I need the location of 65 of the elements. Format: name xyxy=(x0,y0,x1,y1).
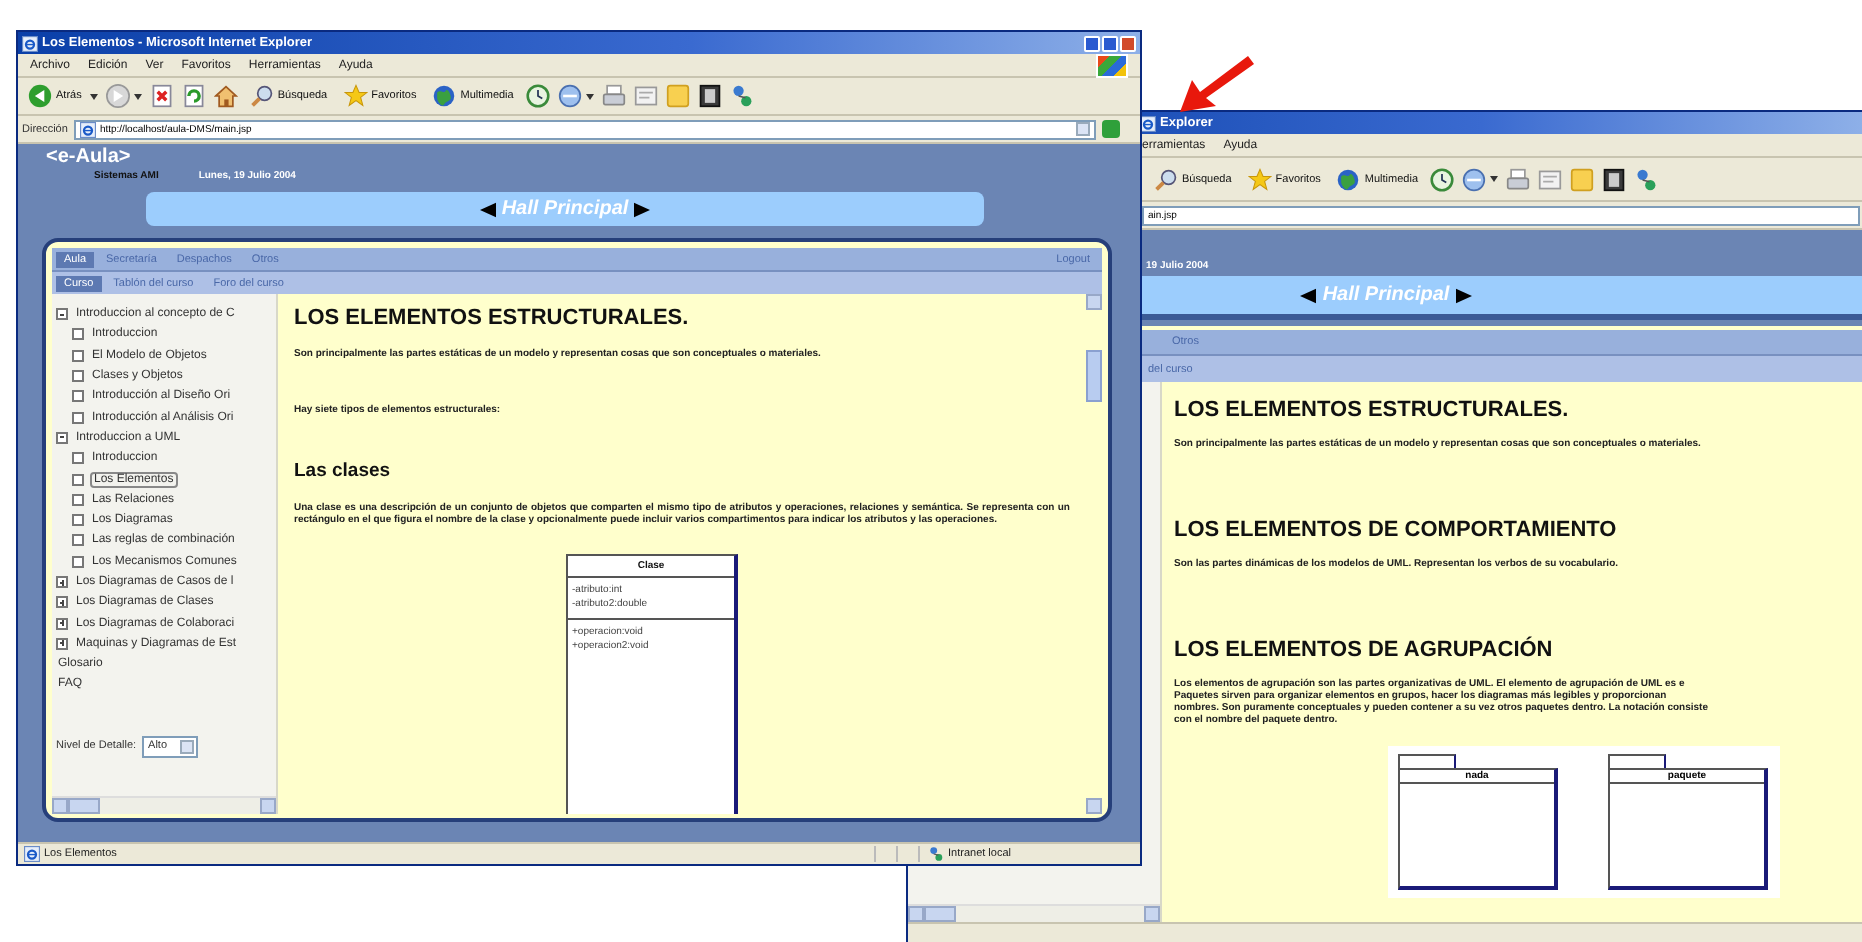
left-triangle-icon[interactable] xyxy=(1300,287,1317,303)
stop-icon[interactable] xyxy=(149,84,174,108)
mail-icon[interactable] xyxy=(557,84,582,108)
page-checkbox-icon xyxy=(72,452,84,465)
vertical-scrollbar[interactable] xyxy=(1086,294,1102,814)
collapse-toggle[interactable] xyxy=(56,308,68,321)
document-icon[interactable] xyxy=(1538,167,1562,191)
caret-icon[interactable] xyxy=(133,93,142,99)
network-icon[interactable] xyxy=(729,84,754,108)
windows-logo-icon xyxy=(1096,53,1128,77)
globe-icon xyxy=(1336,167,1361,191)
expand-toggle[interactable] xyxy=(56,617,68,630)
section-heading: LOS ELEMENTOS ESTRUCTURALES. xyxy=(294,306,691,330)
book-icon[interactable] xyxy=(697,84,722,108)
page-checkbox-icon xyxy=(72,493,84,506)
clock-icon[interactable] xyxy=(525,84,550,108)
right-triangle-icon[interactable] xyxy=(1455,287,1472,303)
network-icon xyxy=(928,846,944,862)
mail-icon[interactable] xyxy=(1462,167,1486,191)
search-icon xyxy=(249,84,274,108)
search-icon xyxy=(1154,167,1178,191)
caret-icon[interactable] xyxy=(89,93,98,99)
expand-toggle[interactable] xyxy=(56,637,68,650)
subsection-heading: Las clases xyxy=(294,460,393,482)
minimize-button[interactable] xyxy=(1084,35,1100,51)
page-icon xyxy=(24,846,40,862)
printer-icon[interactable] xyxy=(1506,167,1530,191)
browser-icon xyxy=(22,35,38,51)
page-checkbox-icon xyxy=(72,349,84,362)
network-icon[interactable] xyxy=(1634,167,1658,191)
right-triangle-icon[interactable] xyxy=(634,201,651,217)
section-heading: LOS ELEMENTOS DE AGRUPACIÓN xyxy=(1174,638,1555,662)
caret-icon[interactable] xyxy=(1490,176,1498,182)
refresh-icon[interactable] xyxy=(181,84,206,108)
logo-text: <e-Aula> xyxy=(46,146,133,170)
page-icon xyxy=(79,121,96,137)
left-triangle-icon[interactable] xyxy=(479,201,496,217)
section-heading: LOS ELEMENTOS DE COMPORTAMIENTO xyxy=(1174,518,1619,542)
arrow-icon xyxy=(1176,52,1256,116)
maximize-button[interactable] xyxy=(1102,35,1118,51)
star-icon xyxy=(1247,167,1272,191)
star-icon xyxy=(343,84,368,108)
document-icon[interactable] xyxy=(633,84,658,108)
page-checkbox-icon xyxy=(72,390,84,403)
page-checkbox-icon xyxy=(72,514,84,527)
page-checkbox-icon xyxy=(72,411,84,424)
page-checkbox-icon xyxy=(72,534,84,547)
page-checkbox-icon xyxy=(72,370,84,383)
globe-icon xyxy=(432,84,457,108)
collapse-toggle[interactable] xyxy=(56,431,68,444)
page-checkbox-icon xyxy=(72,555,84,568)
section-heading: LOS ELEMENTOS ESTRUCTURALES. xyxy=(1174,398,1571,422)
expand-toggle[interactable] xyxy=(56,576,68,588)
close-button[interactable] xyxy=(1120,35,1136,51)
book-icon[interactable] xyxy=(1602,167,1626,191)
banner-title: Hall Principal xyxy=(1322,284,1450,306)
clock-icon[interactable] xyxy=(1430,167,1454,191)
house-icon[interactable] xyxy=(213,84,238,108)
horizontal-scrollbar[interactable] xyxy=(52,796,276,814)
page-checkbox-icon xyxy=(72,328,84,341)
page-checkbox-icon xyxy=(72,473,84,486)
caret-icon[interactable] xyxy=(585,93,594,99)
expand-toggle[interactable] xyxy=(56,596,68,609)
banner-title: Hall Principal xyxy=(501,198,629,220)
horizontal-scrollbar[interactable] xyxy=(908,904,1160,922)
